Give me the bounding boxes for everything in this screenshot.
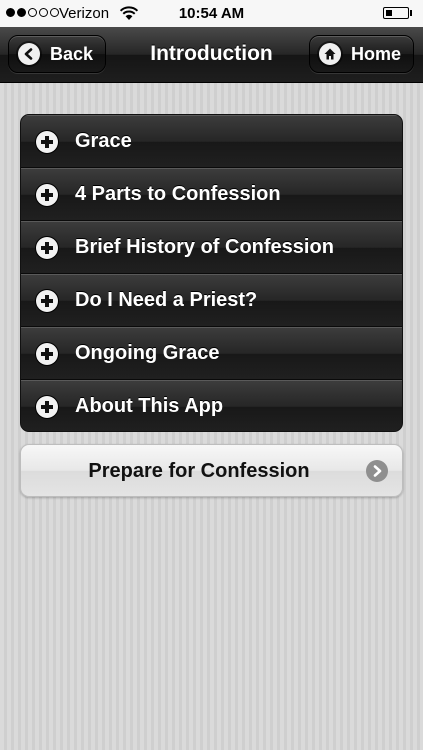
list-item-grace[interactable]: Grace bbox=[21, 115, 402, 168]
status-time: 10:54 AM bbox=[178, 5, 245, 22]
plus-icon bbox=[36, 395, 58, 418]
prepare-for-confession-button[interactable]: Prepare for Confession bbox=[20, 444, 403, 497]
plus-icon bbox=[36, 130, 58, 153]
topic-list: Grace 4 Parts to Confession Brief Histor… bbox=[20, 114, 403, 432]
plus-icon bbox=[36, 289, 58, 312]
home-button[interactable]: Home bbox=[309, 35, 414, 73]
plus-icon bbox=[36, 236, 58, 259]
list-item-label: Brief History of Confession bbox=[75, 236, 334, 258]
list-item-label: Grace bbox=[75, 130, 132, 152]
battery-tip bbox=[410, 10, 412, 16]
list-item-label: About This App bbox=[75, 395, 224, 417]
plus-icon bbox=[36, 183, 58, 206]
chevron-right-icon bbox=[366, 460, 388, 482]
list-item-label: Do I Need a Priest? bbox=[75, 289, 258, 311]
prepare-button-label: Prepare for Confession bbox=[88, 460, 310, 482]
list-item-need-a-priest[interactable]: Do I Need a Priest? bbox=[21, 274, 402, 327]
navigation-bar: Back Introduction Home bbox=[0, 27, 423, 83]
list-item-about-this-app[interactable]: About This App bbox=[21, 380, 402, 431]
list-item-ongoing-grace[interactable]: Ongoing Grace bbox=[21, 327, 402, 380]
plus-icon bbox=[36, 342, 58, 365]
back-button-label: Back bbox=[50, 43, 94, 64]
list-item-label: Ongoing Grace bbox=[75, 342, 220, 364]
list-item-label: 4 Parts to Confession bbox=[75, 183, 281, 205]
status-bar: Verizon 10:54 AM bbox=[0, 0, 423, 27]
home-icon bbox=[319, 43, 341, 65]
battery-icon bbox=[383, 7, 409, 19]
page-title: Introduction bbox=[150, 42, 273, 65]
chevron-left-icon bbox=[18, 43, 40, 65]
home-button-label: Home bbox=[351, 43, 402, 64]
list-item-4-parts-to-confession[interactable]: 4 Parts to Confession bbox=[21, 168, 402, 221]
list-item-brief-history[interactable]: Brief History of Confession bbox=[21, 221, 402, 274]
back-button[interactable]: Back bbox=[8, 35, 106, 73]
battery-level bbox=[386, 10, 392, 16]
